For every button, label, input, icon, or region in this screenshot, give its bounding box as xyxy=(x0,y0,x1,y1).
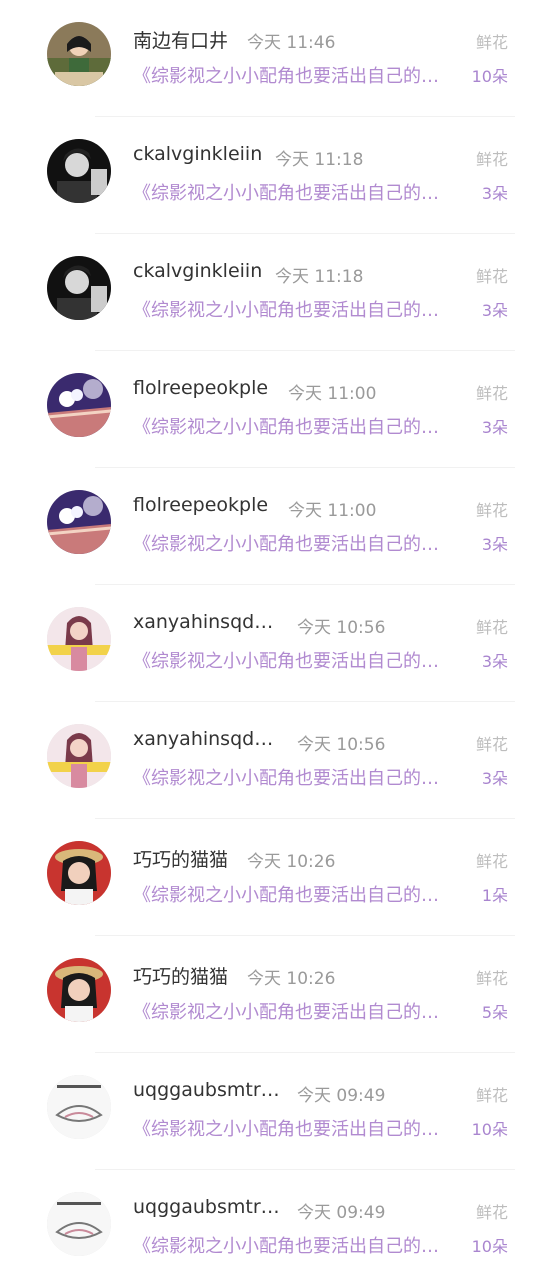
gift-count: 5朵 xyxy=(481,1003,508,1022)
gift-type-label: 鲜花 xyxy=(475,150,508,169)
novel-title-link[interactable]: 《综影视之小小配角也要活出自己的… xyxy=(133,764,463,790)
username[interactable]: 巧巧的猫猫 xyxy=(133,845,228,872)
gift-time: 今天 11:18 xyxy=(275,150,364,170)
gift-time: 今天 10:56 xyxy=(297,735,386,755)
gift-record-list: 南边有口井 今天 11:46 鲜花 《综影视之小小配角也要活出自己的… 10朵 … xyxy=(0,0,555,1280)
gift-type-label: 鲜花 xyxy=(475,852,508,871)
username[interactable]: ckalvginkleiin xyxy=(133,260,262,282)
gift-record-row[interactable]: xanyahinsqde… 今天 10:56 鲜花 《综影视之小小配角也要活出自… xyxy=(0,585,555,702)
gift-count: 3朵 xyxy=(481,652,508,671)
gift-time: 今天 11:18 xyxy=(275,267,364,287)
sketch-avatar-icon[interactable] xyxy=(47,1075,111,1139)
username[interactable]: xanyahinsqde… xyxy=(133,728,283,750)
gift-count: 3朵 xyxy=(481,535,508,554)
username[interactable]: 南边有口井 xyxy=(133,26,228,53)
gift-count: 3朵 xyxy=(481,184,508,203)
gift-record-row[interactable]: 巧巧的猫猫 今天 10:26 鲜花 《综影视之小小配角也要活出自己的… 5朵 xyxy=(0,936,555,1053)
gift-type-label: 鲜花 xyxy=(475,735,508,754)
novel-title-link[interactable]: 《综影视之小小配角也要活出自己的… xyxy=(133,530,463,556)
novel-title-link[interactable]: 《综影视之小小配角也要活出自己的… xyxy=(133,647,463,673)
gift-count: 10朵 xyxy=(471,1120,508,1139)
gift-record-row[interactable]: flolreepeokple 今天 11:00 鲜花 《综影视之小小配角也要活出… xyxy=(0,468,555,585)
gift-type-label: 鲜花 xyxy=(475,618,508,637)
gift-time: 今天 11:00 xyxy=(288,501,377,521)
gift-record-row[interactable]: flolreepeokple 今天 11:00 鲜花 《综影视之小小配角也要活出… xyxy=(0,351,555,468)
sketch-avatar-icon[interactable] xyxy=(47,1192,111,1256)
username[interactable]: ckalvginkleiin xyxy=(133,143,262,165)
gift-record-row[interactable]: uqggaubsmtr… 今天 09:49 鲜花 《综影视之小小配角也要活出自己… xyxy=(0,1170,555,1280)
gift-count: 3朵 xyxy=(481,301,508,320)
gift-type-label: 鲜花 xyxy=(475,1086,508,1105)
gift-time: 今天 09:49 xyxy=(297,1086,386,1106)
gift-time: 今天 10:26 xyxy=(247,852,336,872)
novel-title-link[interactable]: 《综影视之小小配角也要活出自己的… xyxy=(133,881,463,907)
gift-type-label: 鲜花 xyxy=(475,1203,508,1222)
gift-record-row[interactable]: 南边有口井 今天 11:46 鲜花 《综影视之小小配角也要活出自己的… 10朵 xyxy=(0,0,555,117)
gift-type-label: 鲜花 xyxy=(475,267,508,286)
gift-time: 今天 11:46 xyxy=(247,33,336,53)
username[interactable]: flolreepeokple xyxy=(133,377,268,399)
girl-avatar-icon[interactable] xyxy=(47,607,111,671)
gift-count: 10朵 xyxy=(471,1237,508,1256)
novel-title-link[interactable]: 《综影视之小小配角也要活出自己的… xyxy=(133,179,463,205)
gift-type-label: 鲜花 xyxy=(475,33,508,52)
username[interactable]: 巧巧的猫猫 xyxy=(133,962,228,989)
gift-time: 今天 11:00 xyxy=(288,384,377,404)
novel-title-link[interactable]: 《综影视之小小配角也要活出自己的… xyxy=(133,1115,463,1141)
man-avatar-icon[interactable] xyxy=(47,139,111,203)
gift-count: 10朵 xyxy=(471,67,508,86)
hat-girl-avatar-icon[interactable] xyxy=(47,841,111,905)
novel-title-link[interactable]: 《综影视之小小配角也要活出自己的… xyxy=(133,413,463,439)
man-avatar-icon[interactable] xyxy=(47,256,111,320)
gift-count: 1朵 xyxy=(481,886,508,905)
gift-time: 今天 09:49 xyxy=(297,1203,386,1223)
gift-record-row[interactable]: xanyahinsqde… 今天 10:56 鲜花 《综影视之小小配角也要活出自… xyxy=(0,702,555,819)
gift-record-row[interactable]: uqggaubsmtr… 今天 09:49 鲜花 《综影视之小小配角也要活出自己… xyxy=(0,1053,555,1170)
username[interactable]: flolreepeokple xyxy=(133,494,268,516)
username[interactable]: uqggaubsmtr… xyxy=(133,1079,280,1101)
girl-avatar-icon[interactable] xyxy=(47,22,111,86)
gift-record-row[interactable]: ckalvginkleiin 今天 11:18 鲜花 《综影视之小小配角也要活出… xyxy=(0,234,555,351)
gift-type-label: 鲜花 xyxy=(475,384,508,403)
gift-type-label: 鲜花 xyxy=(475,501,508,520)
book-avatar-icon[interactable] xyxy=(47,490,111,554)
gift-record-row[interactable]: ckalvginkleiin 今天 11:18 鲜花 《综影视之小小配角也要活出… xyxy=(0,117,555,234)
hat-girl-avatar-icon[interactable] xyxy=(47,958,111,1022)
novel-title-link[interactable]: 《综影视之小小配角也要活出自己的… xyxy=(133,998,463,1024)
username[interactable]: uqggaubsmtr… xyxy=(133,1196,280,1218)
novel-title-link[interactable]: 《综影视之小小配角也要活出自己的… xyxy=(133,296,463,322)
gift-record-row[interactable]: 巧巧的猫猫 今天 10:26 鲜花 《综影视之小小配角也要活出自己的… 1朵 xyxy=(0,819,555,936)
gift-time: 今天 10:26 xyxy=(247,969,336,989)
novel-title-link[interactable]: 《综影视之小小配角也要活出自己的… xyxy=(133,1232,463,1258)
book-avatar-icon[interactable] xyxy=(47,373,111,437)
gift-type-label: 鲜花 xyxy=(475,969,508,988)
gift-count: 3朵 xyxy=(481,418,508,437)
gift-count: 3朵 xyxy=(481,769,508,788)
novel-title-link[interactable]: 《综影视之小小配角也要活出自己的… xyxy=(133,62,463,88)
username[interactable]: xanyahinsqde… xyxy=(133,611,283,633)
gift-time: 今天 10:56 xyxy=(297,618,386,638)
girl-avatar-icon[interactable] xyxy=(47,724,111,788)
